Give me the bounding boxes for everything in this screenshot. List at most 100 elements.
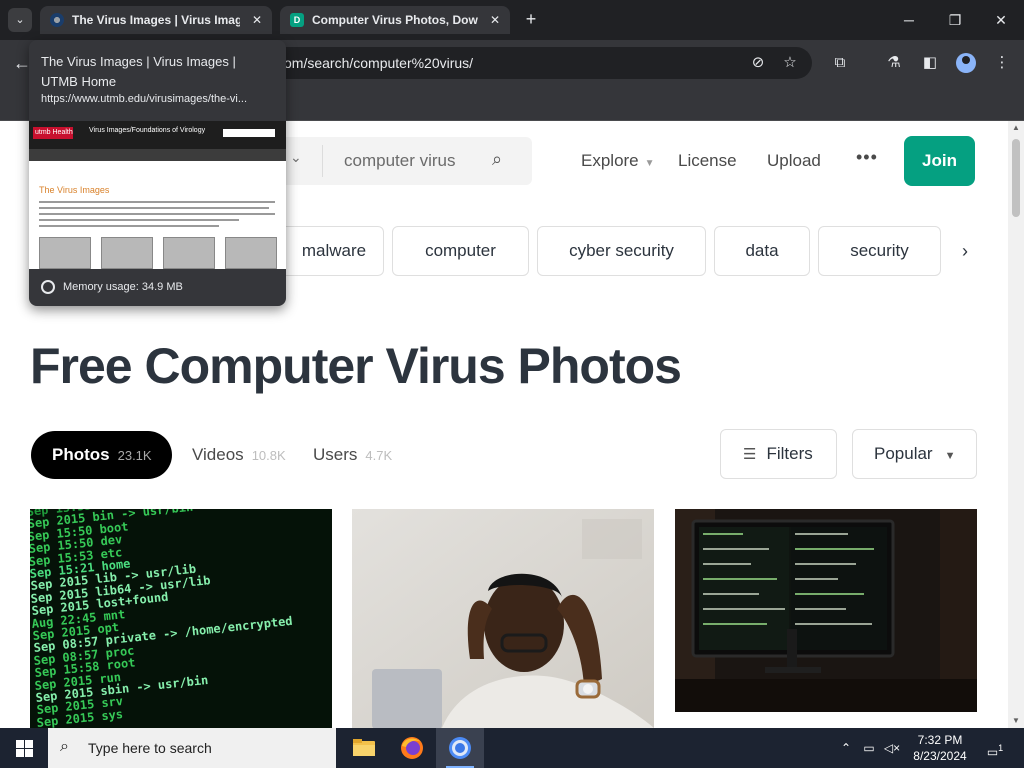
monitor-illustration [675, 509, 977, 712]
tab-photos[interactable]: Photos 23.1K [31, 431, 172, 479]
chip-computer[interactable]: computer [392, 226, 529, 276]
memory-usage-text: Memory usage: 34.9 MB [63, 281, 183, 293]
kebab-menu-icon[interactable]: ⋮ [990, 51, 1014, 75]
close-tab-icon[interactable]: ✕ [490, 6, 500, 34]
speech-bubble-icon: ▭ [986, 745, 999, 759]
tab-users[interactable]: Users 4.7K [313, 431, 392, 479]
search-input[interactable]: computer virus [344, 137, 455, 185]
monitor-code-line [795, 593, 864, 595]
taskbar-search-placeholder: Type here to search [88, 740, 212, 756]
tab-title: The Virus Images | Virus Image [72, 13, 240, 27]
chevron-down-icon: ▼ [944, 450, 956, 462]
tab-virus-images[interactable]: The Virus Images | Virus Image ✕ [40, 6, 272, 34]
monitor-code-line [703, 563, 751, 565]
eye-slash-icon[interactable]: ⊘ [746, 51, 770, 75]
monitor-code-line [703, 608, 785, 610]
gauge-icon [41, 280, 55, 295]
speaker-muted-icon[interactable]: ◁× [882, 728, 902, 768]
labs-flask-icon[interactable]: ⚗ [882, 51, 906, 75]
filters-label: Filters [766, 444, 813, 463]
address-url[interactable]: om/search/computer%20virus/ [284, 47, 473, 79]
chip-cyber-security[interactable]: cyber security [537, 226, 706, 276]
preview-heading: The Virus Images [39, 185, 110, 195]
monitor-code-line [795, 578, 838, 580]
profile-avatar-icon[interactable] [954, 51, 978, 75]
hover-card-url: https://www.utmb.edu/virusimages/the-vi.… [41, 93, 248, 105]
photo-stressed-man[interactable] [352, 509, 654, 728]
taskbar-firefox[interactable] [388, 728, 436, 768]
page-scrollbar[interactable]: ▲ ▼ [1008, 121, 1024, 728]
bookmark-star-icon[interactable]: ☆ [778, 51, 802, 75]
taskbar-clock[interactable]: 7:32 PM 8/23/2024 [904, 732, 976, 764]
preview-thumbnail [39, 237, 91, 269]
scroll-up-arrow-icon[interactable]: ▲ [1008, 121, 1024, 135]
photo-monitor-code[interactable] [675, 509, 977, 712]
monitor-code-line [703, 593, 759, 595]
chevron-right-icon[interactable]: › [950, 226, 980, 276]
search-icon[interactable]: ⌕ [492, 149, 502, 170]
nav-explore-label: Explore [581, 151, 639, 170]
monitor-code-line [795, 608, 846, 610]
sort-dropdown[interactable]: Popular ▼ [852, 429, 977, 479]
windows-logo-icon [16, 740, 24, 748]
more-options-icon[interactable]: ••• [856, 147, 878, 168]
search-divider [322, 145, 323, 177]
tab-computer-virus-photos[interactable]: D Computer Virus Photos, Downl ✕ [280, 6, 510, 34]
tab-videos-count: 10.8K [251, 448, 286, 463]
chevron-up-icon[interactable]: ⌃ [836, 728, 856, 768]
tab-photos-label: Photos [52, 445, 110, 464]
network-icon[interactable]: ▭ [858, 728, 880, 768]
taskbar-chrome[interactable] [436, 728, 484, 768]
maximize-button[interactable]: ❐ [932, 0, 978, 40]
close-tab-icon[interactable]: ✕ [252, 6, 262, 34]
filter-lines-icon: ☰ [743, 446, 757, 463]
chip-security[interactable]: security [818, 226, 941, 276]
scroll-down-arrow-icon[interactable]: ▼ [1008, 714, 1024, 728]
chevron-down-icon: ▼ [644, 158, 655, 169]
minimize-button[interactable]: ─ [886, 0, 932, 40]
windows-start-button[interactable] [0, 728, 48, 768]
nav-explore[interactable]: Explore ▼ [581, 151, 655, 171]
side-panel-icon[interactable]: ◧ [918, 51, 942, 75]
monitor-code-line [703, 623, 767, 625]
notification-center[interactable]: ▭1 [980, 728, 1010, 768]
tab-hover-card: The Virus Images | Virus Images | UTMB H… [29, 40, 286, 306]
tab-users-label: Users [313, 445, 358, 464]
taskbar-search[interactable]: ⌕ Type here to search [48, 728, 336, 768]
nav-upload[interactable]: Upload [767, 151, 821, 171]
memory-usage: Memory usage: 34.9 MB [41, 277, 183, 297]
tab-videos[interactable]: Videos 10.8K [192, 431, 286, 479]
site-search[interactable]: ⌄ computer virus ⌕ [270, 137, 532, 185]
hover-card-title: The Virus Images | Virus Images | UTMB H… [41, 54, 236, 89]
extensions-puzzle-icon[interactable]: ⧉ [828, 51, 852, 75]
photo-terminal-green[interactable]: Sep 15:53Sep 2015 bin -> usr/binSep 15:5… [30, 509, 332, 728]
chevron-down-icon: ⌄ [15, 14, 25, 26]
utmb-favicon-icon [50, 13, 64, 27]
clock-date: 8/23/2024 [913, 749, 967, 763]
hover-card-preview: utmb Health Virus Images/Foundations of … [29, 121, 286, 269]
monitor-code-line [795, 548, 874, 550]
new-tab-button[interactable]: + [520, 8, 542, 30]
tab-search-button[interactable]: ⌄ [8, 8, 32, 32]
preview-header: utmb Health Virus Images/Foundations of … [29, 121, 286, 149]
nav-license[interactable]: License [678, 151, 737, 171]
chevron-down-icon[interactable]: ⌄ [290, 149, 302, 166]
monitor-code-line [703, 548, 769, 550]
tab-photos-count: 23.1K [117, 448, 152, 463]
tab-videos-label: Videos [192, 445, 244, 464]
preview-text-line [39, 213, 275, 215]
join-button[interactable]: Join [904, 136, 975, 186]
notification-badge: 1 [998, 743, 1004, 753]
windows-taskbar: ⌕ Type here to search ⌃ ▭ ◁× 7:32 PM 8/2… [0, 728, 1024, 768]
tab-users-count: 4.7K [365, 448, 393, 463]
firefox-icon [401, 737, 423, 759]
chrome-icon [449, 737, 471, 759]
filters-button[interactable]: ☰ Filters [720, 429, 837, 479]
monitor-code-line [795, 623, 872, 625]
preview-search-box [223, 129, 275, 137]
taskbar-file-explorer[interactable] [340, 728, 388, 768]
chip-data[interactable]: data [714, 226, 810, 276]
page-title: Free Computer Virus Photos [30, 338, 682, 394]
close-window-button[interactable]: ✕ [978, 0, 1024, 40]
scroll-thumb[interactable] [1012, 139, 1020, 217]
